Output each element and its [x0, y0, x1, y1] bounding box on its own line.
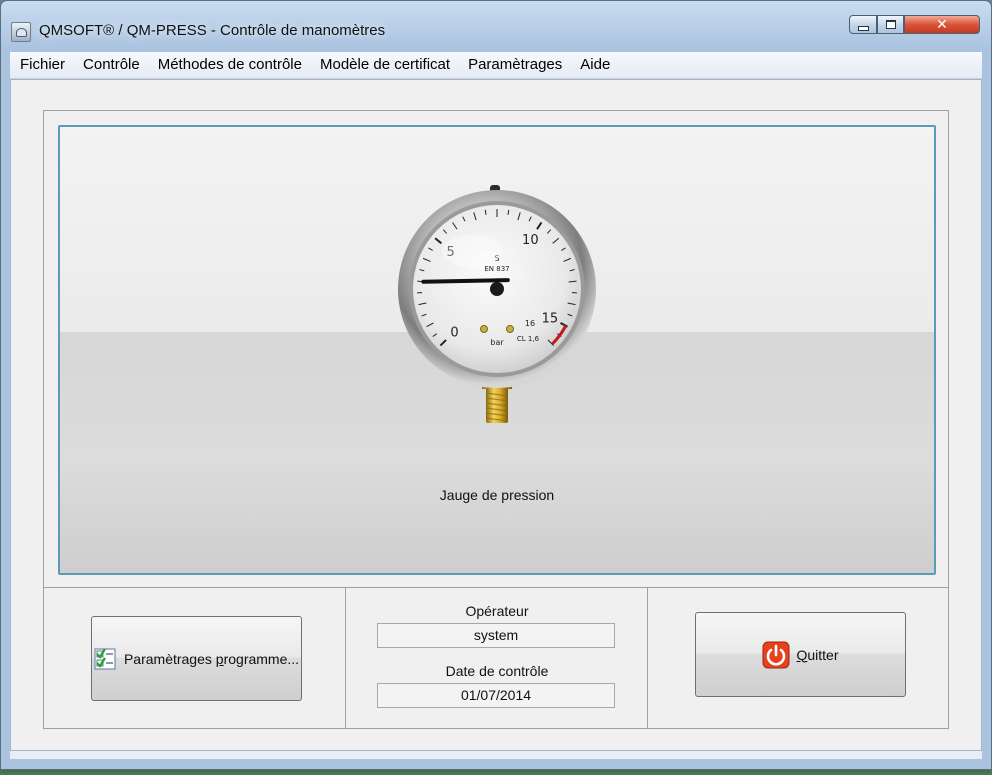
- app-icon[interactable]: [11, 22, 31, 42]
- minimize-icon: [857, 25, 869, 31]
- date-label: Date de contrôle: [445, 663, 549, 679]
- dial-standard: EN 837: [484, 265, 509, 273]
- date-field[interactable]: 01/07/2014: [377, 683, 615, 708]
- dial-unit: bar: [490, 338, 504, 347]
- operator-label: Opérateur: [465, 603, 529, 619]
- maximize-icon: [885, 20, 896, 29]
- menu-controle[interactable]: Contrôle: [74, 53, 149, 77]
- pressure-gauge-image: 0 5 10 15 16 S EN 837 bar CL 1,6: [398, 185, 596, 423]
- checklist-icon: [94, 647, 116, 669]
- info-cell: Opérateur system Date de contrôle 01/07/…: [346, 588, 648, 729]
- menu-fichier[interactable]: Fichier: [10, 53, 74, 77]
- window-title: QMSOFT® / QM-PRESS - Contrôle de manomèt…: [39, 22, 386, 39]
- settings-cell: Paramètrages programme...: [44, 588, 346, 729]
- quit-button[interactable]: Quitter: [695, 612, 906, 697]
- minimize-button[interactable]: [849, 15, 877, 34]
- menu-methodes-de-controle[interactable]: Méthodes de contrôle: [149, 53, 311, 77]
- dial-label-10: 10: [522, 233, 539, 248]
- operator-field[interactable]: system: [377, 623, 615, 648]
- quit-cell: Quitter: [648, 588, 948, 729]
- program-settings-button[interactable]: Paramètrages programme...: [91, 616, 302, 701]
- power-icon: [762, 641, 790, 668]
- quit-label: Quitter: [796, 646, 839, 663]
- gauge-image-frame: 0 5 10 15 16 S EN 837 bar CL 1,6 Jauge d…: [58, 125, 936, 575]
- maximize-button[interactable]: [877, 15, 904, 34]
- dial-label-0: 0: [450, 325, 458, 340]
- close-button[interactable]: ✕: [904, 15, 980, 34]
- dial-label-15: 15: [542, 311, 559, 326]
- dial-class: CL 1,6: [517, 335, 540, 343]
- close-icon: ✕: [936, 16, 948, 33]
- menu-bar: Fichier Contrôle Méthodes de contrôle Mo…: [10, 52, 982, 79]
- gauge-needle: [421, 278, 510, 284]
- main-panel: 0 5 10 15 16 S EN 837 bar CL 1,6 Jauge d…: [43, 110, 949, 729]
- dial-label-16: 16: [525, 319, 535, 328]
- client-area: 0 5 10 15 16 S EN 837 bar CL 1,6 Jauge d…: [10, 79, 982, 751]
- title-bar[interactable]: QMSOFT® / QM-PRESS - Contrôle de manomèt…: [1, 1, 991, 49]
- window-bottom-border: [10, 751, 982, 759]
- menu-modele-de-certificat[interactable]: Modèle de certificat: [311, 53, 459, 77]
- main-window: QMSOFT® / QM-PRESS - Contrôle de manomèt…: [0, 0, 992, 770]
- bottom-panel: Paramètrages programme... Opérateur syst…: [44, 587, 948, 729]
- menu-aide[interactable]: Aide: [571, 53, 619, 77]
- gauge-caption: Jauge de pression: [439, 487, 555, 503]
- gauge-needle-hub: [490, 282, 504, 296]
- menu-parametrages[interactable]: Paramètrages: [459, 53, 571, 77]
- program-settings-label: Paramètrages programme...: [123, 650, 300, 667]
